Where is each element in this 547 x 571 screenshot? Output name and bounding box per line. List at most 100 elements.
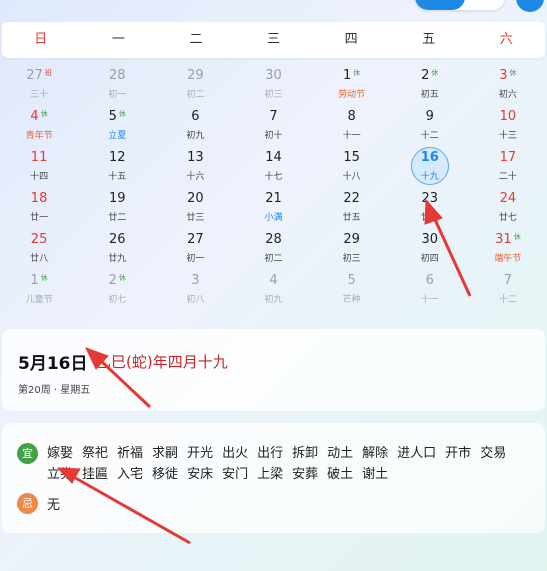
day-number-text: 11 <box>30 150 48 165</box>
day-cell[interactable]: 27 班三十 <box>0 66 78 107</box>
navigate-button[interactable] <box>516 0 544 12</box>
day-cell[interactable]: 26 廿九 <box>78 230 156 271</box>
day-cell[interactable]: 7 十二 <box>469 271 547 312</box>
lunar-label: 十三 <box>498 131 517 141</box>
yi-item: 祈福 <box>117 446 144 461</box>
yi-item: 移徙 <box>152 467 179 482</box>
lunar-label: 初一 <box>108 90 127 100</box>
view-toggle-other-segment[interactable] <box>471 0 497 6</box>
day-cell[interactable]: 19 廿二 <box>78 189 156 230</box>
lunar-label: 初七 <box>108 295 127 305</box>
rest-tag: 休 <box>118 274 126 282</box>
day-number: 6 <box>391 273 469 288</box>
lunar-label: 端午节 <box>494 254 522 264</box>
lunar-label: 初九 <box>264 295 283 305</box>
day-cell[interactable]: 18 廿一 <box>0 189 78 230</box>
lunar-label: 初五 <box>420 90 439 100</box>
day-number-text: 13 <box>187 150 204 165</box>
day-cell-today[interactable]: 16 十九 <box>391 147 469 189</box>
day-cell[interactable]: 30 初三 <box>234 66 312 107</box>
view-toggle[interactable] <box>415 0 505 10</box>
day-number: 8 <box>313 109 391 124</box>
day-cell[interactable]: 31 休端午节 <box>469 230 547 271</box>
lunar-label: 十二 <box>498 295 517 305</box>
day-cell[interactable]: 2 休初五 <box>391 66 469 107</box>
day-cell[interactable]: 4 初九 <box>234 271 312 312</box>
day-number-text: 30 <box>265 68 282 83</box>
day-number: 6 <box>156 109 234 124</box>
day-number: 1休 <box>0 273 78 288</box>
selected-lunar-date: 乙巳(蛇)年四月十九 <box>96 353 228 371</box>
week-info: 第20周 · 星期五 <box>18 385 91 396</box>
day-number-text: 20 <box>187 191 204 206</box>
day-cell[interactable]: 3 休初六 <box>469 66 547 107</box>
selected-date-card[interactable]: 5月16日 乙巳(蛇)年四月十九 第20周 · 星期五 <box>2 329 545 411</box>
day-number: 5 <box>313 273 391 288</box>
day-cell[interactable]: 6 十一 <box>391 271 469 312</box>
day-number-text: 2 <box>108 273 117 288</box>
day-cell[interactable]: 11 十四 <box>0 148 78 189</box>
day-number-text: 5 <box>108 109 117 124</box>
month-title[interactable]: 2025-05 <box>12 0 81 4</box>
almanac-card[interactable]: 宜 嫁娶 祭祀 祈福 求嗣 开光 出火 出行 拆卸 动土 解除 进人口 开市 交易立券 挂匾 入宅 移徙 安床安… <box>2 423 545 533</box>
day-cell[interactable]: 25 廿八 <box>0 230 78 271</box>
day-cell[interactable]: 7 初十 <box>234 107 312 148</box>
day-cell[interactable]: 5 芒种 <box>313 271 391 312</box>
day-cell[interactable]: 29 初二 <box>156 66 234 107</box>
day-cell[interactable]: 5 休立夏 <box>78 107 156 148</box>
day-number: 19 <box>78 191 156 206</box>
day-number: 18 <box>0 191 78 206</box>
lunar-label: 十六 <box>186 172 205 182</box>
day-cell[interactable]: 2 休初七 <box>78 271 156 312</box>
day-cell[interactable]: 27 初一 <box>156 230 234 271</box>
lunar-label: 廿三 <box>186 213 205 223</box>
day-grid: 27 班三十 28 初一 29 初二 30 初三 1 休劳动节 2 休初五 3 休初六 4 休青年节 5 休立夏 6… <box>0 66 547 312</box>
day-cell[interactable]: 15 十八 <box>313 148 391 189</box>
ji-badge: 忌 <box>17 493 38 514</box>
day-cell[interactable]: 17 二十 <box>469 148 547 189</box>
lunar-label: 初三 <box>264 90 283 100</box>
day-cell[interactable]: 28 初二 <box>234 230 312 271</box>
lunar-label: 初一 <box>186 254 205 264</box>
day-cell[interactable]: 13 十六 <box>156 148 234 189</box>
lunar-label: 二十 <box>498 172 517 182</box>
day-cell[interactable]: 28 初一 <box>78 66 156 107</box>
day-cell[interactable]: 1 休儿童节 <box>0 271 78 312</box>
yi-item: 开光 <box>187 446 214 461</box>
day-cell[interactable]: 10 十三 <box>469 107 547 148</box>
day-cell[interactable]: 4 休青年节 <box>0 107 78 148</box>
day-cell[interactable]: 14 十七 <box>234 148 312 189</box>
yi-item: 求嗣 <box>152 446 179 461</box>
day-number-text: 29 <box>187 68 204 83</box>
day-number: 2休 <box>391 68 469 83</box>
day-cell[interactable]: 24 廿七 <box>469 189 547 230</box>
week-row: 1 休儿童节 2 休初七 3 初八 4 初九 5 芒种 6 十一 7 十二 <box>0 271 547 312</box>
day-number-text: 15 <box>343 150 360 165</box>
weekday-mon: 一 <box>111 32 125 47</box>
lunar-label: 初三 <box>342 254 361 264</box>
day-cell[interactable]: 3 初八 <box>156 271 234 312</box>
day-cell[interactable]: 12 十五 <box>78 148 156 189</box>
day-cell[interactable]: 29 初三 <box>313 230 391 271</box>
day-cell[interactable]: 8 十一 <box>313 107 391 148</box>
day-number: 24 <box>469 191 547 206</box>
day-cell[interactable]: 22 廿五 <box>313 189 391 230</box>
day-number: 4休 <box>0 109 78 124</box>
view-toggle-active-segment[interactable] <box>415 0 465 10</box>
day-number-text: 23 <box>421 191 439 206</box>
day-cell[interactable]: 23 廿六 <box>391 189 469 230</box>
day-cell[interactable]: 30 初四 <box>391 230 469 271</box>
day-number: 16 <box>391 150 469 165</box>
day-cell[interactable]: 9 十二 <box>391 107 469 148</box>
day-number-text: 10 <box>499 109 517 124</box>
rest-tag: 休 <box>40 274 48 282</box>
day-cell[interactable]: 1 休劳动节 <box>313 66 391 107</box>
rest-tag: 休 <box>40 110 48 118</box>
lunar-label: 廿九 <box>108 254 127 264</box>
yi-item: 上梁 <box>257 467 284 482</box>
yi-item: 祭祀 <box>82 446 109 461</box>
day-cell[interactable]: 20 廿三 <box>156 189 234 230</box>
day-cell[interactable]: 21 小满 <box>234 189 312 230</box>
rest-tag: 休 <box>513 233 521 241</box>
day-cell[interactable]: 6 初九 <box>156 107 234 148</box>
